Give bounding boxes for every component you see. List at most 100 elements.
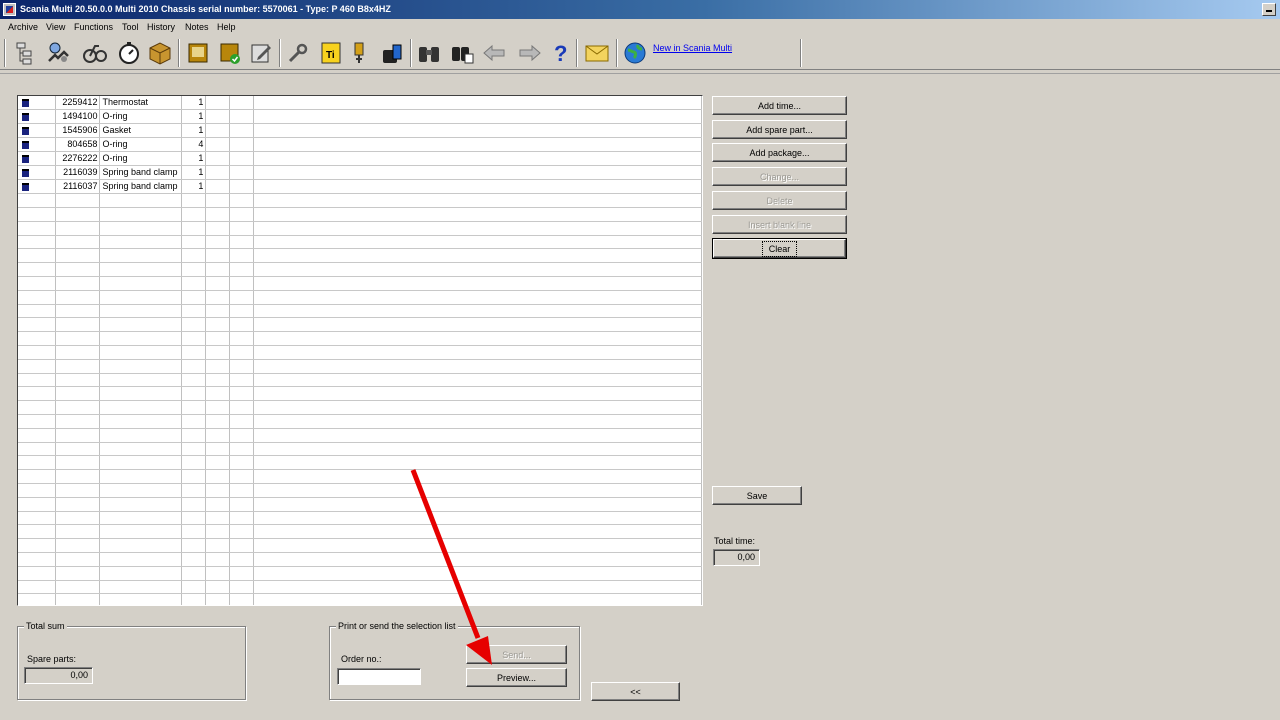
table-row[interactable] xyxy=(18,593,702,605)
table-row[interactable]: 2259412 Thermostat 1 xyxy=(18,96,702,111)
menu-archive[interactable]: Archive xyxy=(8,22,38,32)
menu-functions[interactable]: Functions xyxy=(74,22,113,32)
table-row[interactable]: 804658 O-ring 4 xyxy=(18,137,702,153)
table-row[interactable] xyxy=(18,345,702,360)
empty-cell xyxy=(205,304,231,319)
table-row[interactable] xyxy=(18,483,702,498)
search-history-icon[interactable] xyxy=(449,39,475,67)
part-name-cell xyxy=(99,235,183,250)
menu-history[interactable]: History xyxy=(147,22,175,32)
table-row[interactable] xyxy=(18,304,702,319)
tools-bag-icon[interactable] xyxy=(379,39,405,67)
book-icon[interactable] xyxy=(185,39,211,67)
delete-button[interactable]: Delete xyxy=(712,191,847,210)
table-row[interactable]: 2276222 O-ring 1 xyxy=(18,151,702,167)
binoculars-icon[interactable] xyxy=(416,39,442,67)
table-row[interactable]: 1494100 O-ring 1 xyxy=(18,109,702,125)
part-number-cell xyxy=(55,290,101,305)
selection-list-grid[interactable]: 2259412 Thermostat 1 1494100 O-ring 1 1545906 G… xyxy=(17,95,703,606)
row-icon-cell xyxy=(18,345,57,360)
table-row[interactable]: 2116039 Spring band clamp 1 xyxy=(18,165,702,181)
part-number-cell xyxy=(55,317,101,333)
forward-arrow-icon[interactable] xyxy=(517,39,543,67)
empty-cell xyxy=(253,469,702,485)
table-row[interactable] xyxy=(18,580,702,595)
table-row[interactable] xyxy=(18,442,702,457)
spare-part-book-icon xyxy=(22,140,29,149)
table-row[interactable] xyxy=(18,331,702,347)
table-row[interactable] xyxy=(18,193,702,209)
table-row[interactable] xyxy=(18,235,702,250)
add-package-button[interactable]: Add package... xyxy=(712,143,847,162)
collapse-panel-button[interactable]: << xyxy=(591,682,680,701)
table-row[interactable] xyxy=(18,276,702,291)
order-no-input[interactable] xyxy=(337,668,421,685)
table-row[interactable] xyxy=(18,511,702,526)
row-icon-cell xyxy=(18,179,57,195)
table-row[interactable] xyxy=(18,221,702,236)
change-button[interactable]: Change... xyxy=(712,167,847,186)
table-row[interactable] xyxy=(18,400,702,416)
empty-cell xyxy=(253,193,702,209)
table-row[interactable] xyxy=(18,386,702,402)
empty-cell xyxy=(205,373,231,388)
mail-icon[interactable] xyxy=(584,39,610,67)
part-number-cell xyxy=(55,207,101,222)
search-parts-icon[interactable] xyxy=(46,39,72,67)
add-time-button[interactable]: Add time... xyxy=(712,96,847,115)
back-arrow-icon[interactable] xyxy=(481,39,507,67)
table-row[interactable] xyxy=(18,373,702,388)
scania-app-icon xyxy=(3,3,16,16)
menu-notes[interactable]: Notes xyxy=(185,22,209,32)
empty-cell xyxy=(205,179,231,195)
table-row[interactable] xyxy=(18,552,702,567)
table-row[interactable] xyxy=(18,262,702,278)
flashlight-icon[interactable] xyxy=(348,39,374,67)
preview-button[interactable]: Preview... xyxy=(466,668,567,687)
table-row[interactable]: 1545906 Gasket 1 xyxy=(18,123,702,139)
quantity-cell xyxy=(181,276,207,291)
table-row[interactable] xyxy=(18,414,702,429)
empty-cell xyxy=(253,345,702,360)
globe-icon[interactable] xyxy=(622,39,648,67)
menu-view[interactable]: View xyxy=(46,22,65,32)
clear-button[interactable]: Clear xyxy=(712,238,847,259)
empty-cell xyxy=(253,123,702,139)
new-in-scania-multi-link[interactable]: New in Scania Multi xyxy=(653,43,732,53)
table-row[interactable] xyxy=(18,566,702,581)
notepad-pen-icon[interactable] xyxy=(248,39,274,67)
table-row[interactable] xyxy=(18,455,702,471)
minimize-button[interactable] xyxy=(1262,3,1276,16)
tree-structure-icon[interactable] xyxy=(12,39,38,67)
table-row[interactable] xyxy=(18,428,702,443)
insert-blank-line-button[interactable]: Insert blank line xyxy=(712,215,847,234)
bicycle-parts-icon[interactable] xyxy=(82,39,108,67)
empty-cell xyxy=(205,290,231,305)
wrench-icon[interactable] xyxy=(285,39,311,67)
table-row[interactable] xyxy=(18,290,702,305)
menu-tool[interactable]: Tool xyxy=(122,22,139,32)
table-row[interactable] xyxy=(18,524,702,540)
help-icon[interactable]: ? xyxy=(548,39,574,67)
package-box-icon[interactable] xyxy=(147,39,173,67)
table-row[interactable] xyxy=(18,248,702,264)
table-row[interactable] xyxy=(18,317,702,333)
ti-document-icon[interactable]: Ti xyxy=(318,39,344,67)
book-check-icon[interactable] xyxy=(217,39,243,67)
toolbar-separator xyxy=(410,39,412,67)
save-button[interactable]: Save xyxy=(712,486,802,505)
empty-cell xyxy=(229,276,255,291)
add-spare-part-button[interactable]: Add spare part... xyxy=(712,120,847,139)
part-number-cell xyxy=(55,248,101,264)
send-button[interactable]: Send... xyxy=(466,645,567,664)
table-row[interactable] xyxy=(18,359,702,374)
table-row[interactable] xyxy=(18,497,702,512)
empty-cell xyxy=(229,123,255,139)
table-row[interactable]: 2116037 Spring band clamp 1 xyxy=(18,179,702,195)
quantity-cell xyxy=(181,566,207,581)
table-row[interactable] xyxy=(18,207,702,222)
stopwatch-icon[interactable] xyxy=(116,39,142,67)
menu-help[interactable]: Help xyxy=(217,22,236,32)
table-row[interactable] xyxy=(18,538,702,554)
table-row[interactable] xyxy=(18,469,702,485)
